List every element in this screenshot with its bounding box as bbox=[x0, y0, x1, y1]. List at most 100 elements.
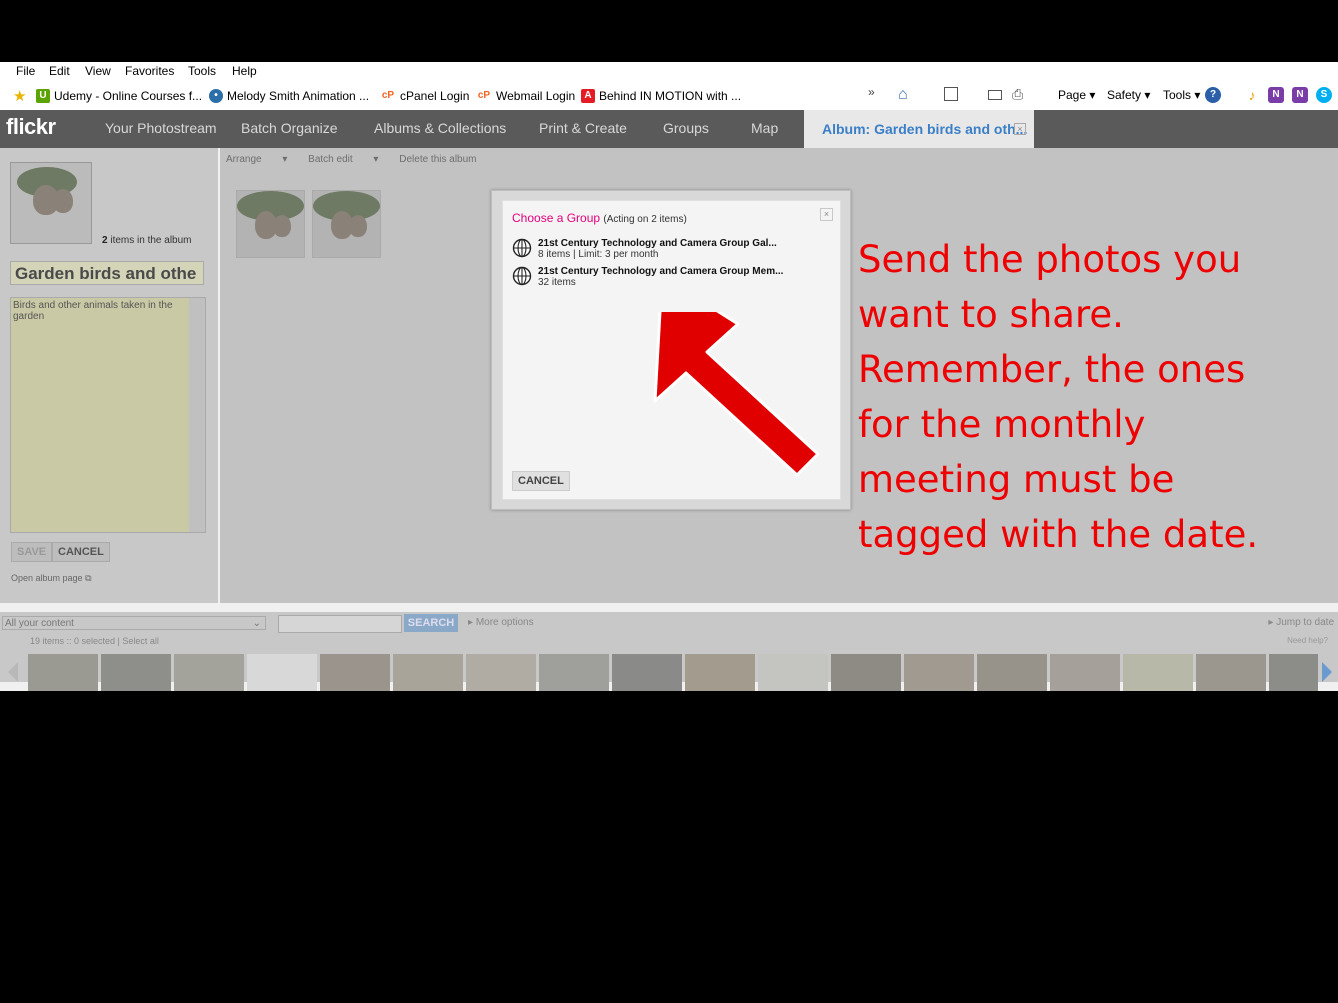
strip-photo[interactable] bbox=[320, 654, 390, 691]
annotation-line: want to share. bbox=[858, 293, 1124, 336]
strip-photo[interactable] bbox=[904, 654, 974, 691]
strip-photo[interactable] bbox=[174, 654, 244, 691]
mail-icon[interactable] bbox=[988, 90, 1002, 100]
home-icon[interactable]: ⌂ bbox=[898, 86, 908, 104]
annotation-line: for the monthly bbox=[858, 403, 1146, 446]
menu-help[interactable]: Help bbox=[232, 64, 257, 78]
flickr-nav: flickr Your Photostream Batch Organize A… bbox=[0, 110, 1338, 148]
strip-photo[interactable] bbox=[247, 654, 317, 691]
nav-your-photostream[interactable]: Your Photostream bbox=[105, 120, 217, 136]
favorite-udemy[interactable]: U Udemy - Online Courses f... bbox=[36, 89, 202, 103]
safety-menu-label: Safety bbox=[1107, 88, 1142, 102]
strip-prev-icon[interactable] bbox=[8, 662, 18, 682]
ie-menu-bar: File Edit View Favorites Tools Help bbox=[0, 62, 1338, 82]
album-photo[interactable] bbox=[236, 190, 305, 258]
close-icon[interactable]: × bbox=[820, 208, 833, 221]
need-help-link[interactable]: Need help? bbox=[1287, 636, 1328, 645]
album-title-input[interactable]: Garden birds and othe bbox=[10, 261, 204, 285]
batch-edit-menu[interactable]: Batch edit ▾ bbox=[308, 154, 378, 165]
nav-print-create[interactable]: Print & Create bbox=[539, 120, 627, 136]
nav-map[interactable]: Map bbox=[751, 120, 778, 136]
group-name: 21st Century Technology and Camera Group… bbox=[538, 238, 777, 249]
chevron-more-icon[interactable]: » bbox=[868, 85, 875, 99]
red-arrow-icon bbox=[653, 312, 820, 477]
java-icon[interactable]: ♪ bbox=[1244, 87, 1260, 103]
menu-file[interactable]: File bbox=[16, 64, 35, 78]
group-option[interactable]: 21st Century Technology and Camera Group… bbox=[512, 238, 832, 262]
annotation-line: tagged with the date. bbox=[858, 513, 1259, 556]
favorite-label: Webmail Login bbox=[496, 89, 576, 103]
menu-favorites[interactable]: Favorites bbox=[125, 64, 174, 78]
favorite-label: cPanel Login bbox=[400, 89, 470, 103]
favorite-cpanel[interactable]: cP cPanel Login bbox=[380, 89, 470, 103]
feed-icon[interactable] bbox=[944, 87, 958, 101]
dialog-cancel-button[interactable]: CANCEL bbox=[512, 471, 570, 491]
save-button[interactable]: SAVE bbox=[11, 542, 53, 562]
strip-photo[interactable] bbox=[612, 654, 682, 691]
favorite-melody[interactable]: • Melody Smith Animation ... bbox=[209, 89, 369, 103]
strip-photo[interactable] bbox=[685, 654, 755, 691]
description-scrollbar[interactable] bbox=[189, 298, 205, 532]
print-icon[interactable]: ⎙ bbox=[1012, 86, 1023, 103]
strip-photo[interactable] bbox=[758, 654, 828, 691]
site-icon: • bbox=[209, 89, 223, 103]
favorite-behind-in-motion[interactable]: A Behind IN MOTION with ... bbox=[581, 89, 741, 103]
menu-tools[interactable]: Tools bbox=[188, 64, 216, 78]
strip-photo[interactable] bbox=[1050, 654, 1120, 691]
tab-album[interactable]: Album: Garden birds and oth... × bbox=[804, 110, 1034, 148]
album-description-textarea[interactable]: Birds and other animals taken in the gar… bbox=[10, 297, 206, 533]
onenote-send-icon[interactable]: N bbox=[1292, 87, 1308, 103]
cpanel-icon: cP bbox=[381, 90, 395, 101]
strip-next-icon[interactable] bbox=[1322, 662, 1332, 682]
cpanel-icon: cP bbox=[477, 90, 491, 101]
photo-strip bbox=[28, 654, 1318, 691]
jump-to-date-link[interactable]: ▸ Jump to date bbox=[1268, 617, 1334, 628]
group-meta: 8 items | Limit: 3 per month bbox=[538, 249, 659, 260]
strip-photo[interactable] bbox=[101, 654, 171, 691]
annotation-line: Send the photos you bbox=[858, 238, 1242, 281]
strip-photo[interactable] bbox=[1269, 654, 1318, 691]
close-tab-icon[interactable]: × bbox=[1014, 123, 1026, 135]
open-album-page-link[interactable]: Open album page ⧉ bbox=[11, 573, 92, 584]
nav-albums-collections[interactable]: Albums & Collections bbox=[374, 120, 506, 136]
album-photo[interactable] bbox=[312, 190, 381, 258]
description-text: Birds and other animals taken in the gar… bbox=[13, 300, 173, 322]
skype-icon[interactable]: S bbox=[1316, 87, 1332, 103]
more-options-link[interactable]: ▸ More options bbox=[468, 617, 534, 628]
menu-view[interactable]: View bbox=[85, 64, 111, 78]
search-button[interactable]: SEARCH bbox=[404, 614, 458, 632]
content-scope-select[interactable]: All your content ⌄ bbox=[2, 616, 266, 630]
tools-menu[interactable]: Tools ▾ bbox=[1163, 88, 1200, 102]
strip-photo[interactable] bbox=[466, 654, 536, 691]
tools-menu-label: Tools bbox=[1163, 88, 1192, 102]
strip-photo[interactable] bbox=[831, 654, 901, 691]
nav-batch-organize[interactable]: Batch Organize bbox=[241, 120, 338, 136]
delete-album-link[interactable]: Delete this album bbox=[399, 154, 476, 165]
dialog-subtitle: (Acting on 2 items) bbox=[603, 214, 687, 225]
strip-photo[interactable] bbox=[1196, 654, 1266, 691]
strip-photo[interactable] bbox=[28, 654, 98, 691]
strip-photo[interactable] bbox=[977, 654, 1047, 691]
group-option[interactable]: 21st Century Technology and Camera Group… bbox=[512, 266, 832, 290]
album-cover-thumbnail[interactable] bbox=[10, 162, 92, 244]
cancel-button[interactable]: CANCEL bbox=[52, 542, 110, 562]
safety-menu[interactable]: Safety ▾ bbox=[1107, 88, 1150, 102]
jump-to-date-label: Jump to date bbox=[1276, 617, 1334, 628]
strip-photo[interactable] bbox=[1123, 654, 1193, 691]
nav-groups[interactable]: Groups bbox=[663, 120, 709, 136]
group-meta: 32 items bbox=[538, 277, 576, 288]
favorites-star-icon[interactable]: ★ bbox=[13, 87, 26, 105]
strip-photo[interactable] bbox=[539, 654, 609, 691]
adobe-icon: A bbox=[581, 89, 595, 103]
strip-photo[interactable] bbox=[393, 654, 463, 691]
help-icon[interactable]: ? bbox=[1205, 87, 1221, 103]
favorite-webmail[interactable]: cP Webmail Login bbox=[476, 89, 575, 103]
onenote-icon[interactable]: N bbox=[1268, 87, 1284, 103]
udemy-icon: U bbox=[36, 89, 50, 103]
page-menu[interactable]: Page ▾ bbox=[1058, 88, 1095, 102]
flickr-logo[interactable]: flickr bbox=[6, 114, 56, 140]
album-toolbar: Arrange ▾ Batch edit ▾ Delete this album bbox=[226, 154, 495, 165]
arrange-menu[interactable]: Arrange ▾ bbox=[226, 154, 287, 165]
search-input[interactable] bbox=[278, 615, 402, 633]
menu-edit[interactable]: Edit bbox=[49, 64, 70, 78]
